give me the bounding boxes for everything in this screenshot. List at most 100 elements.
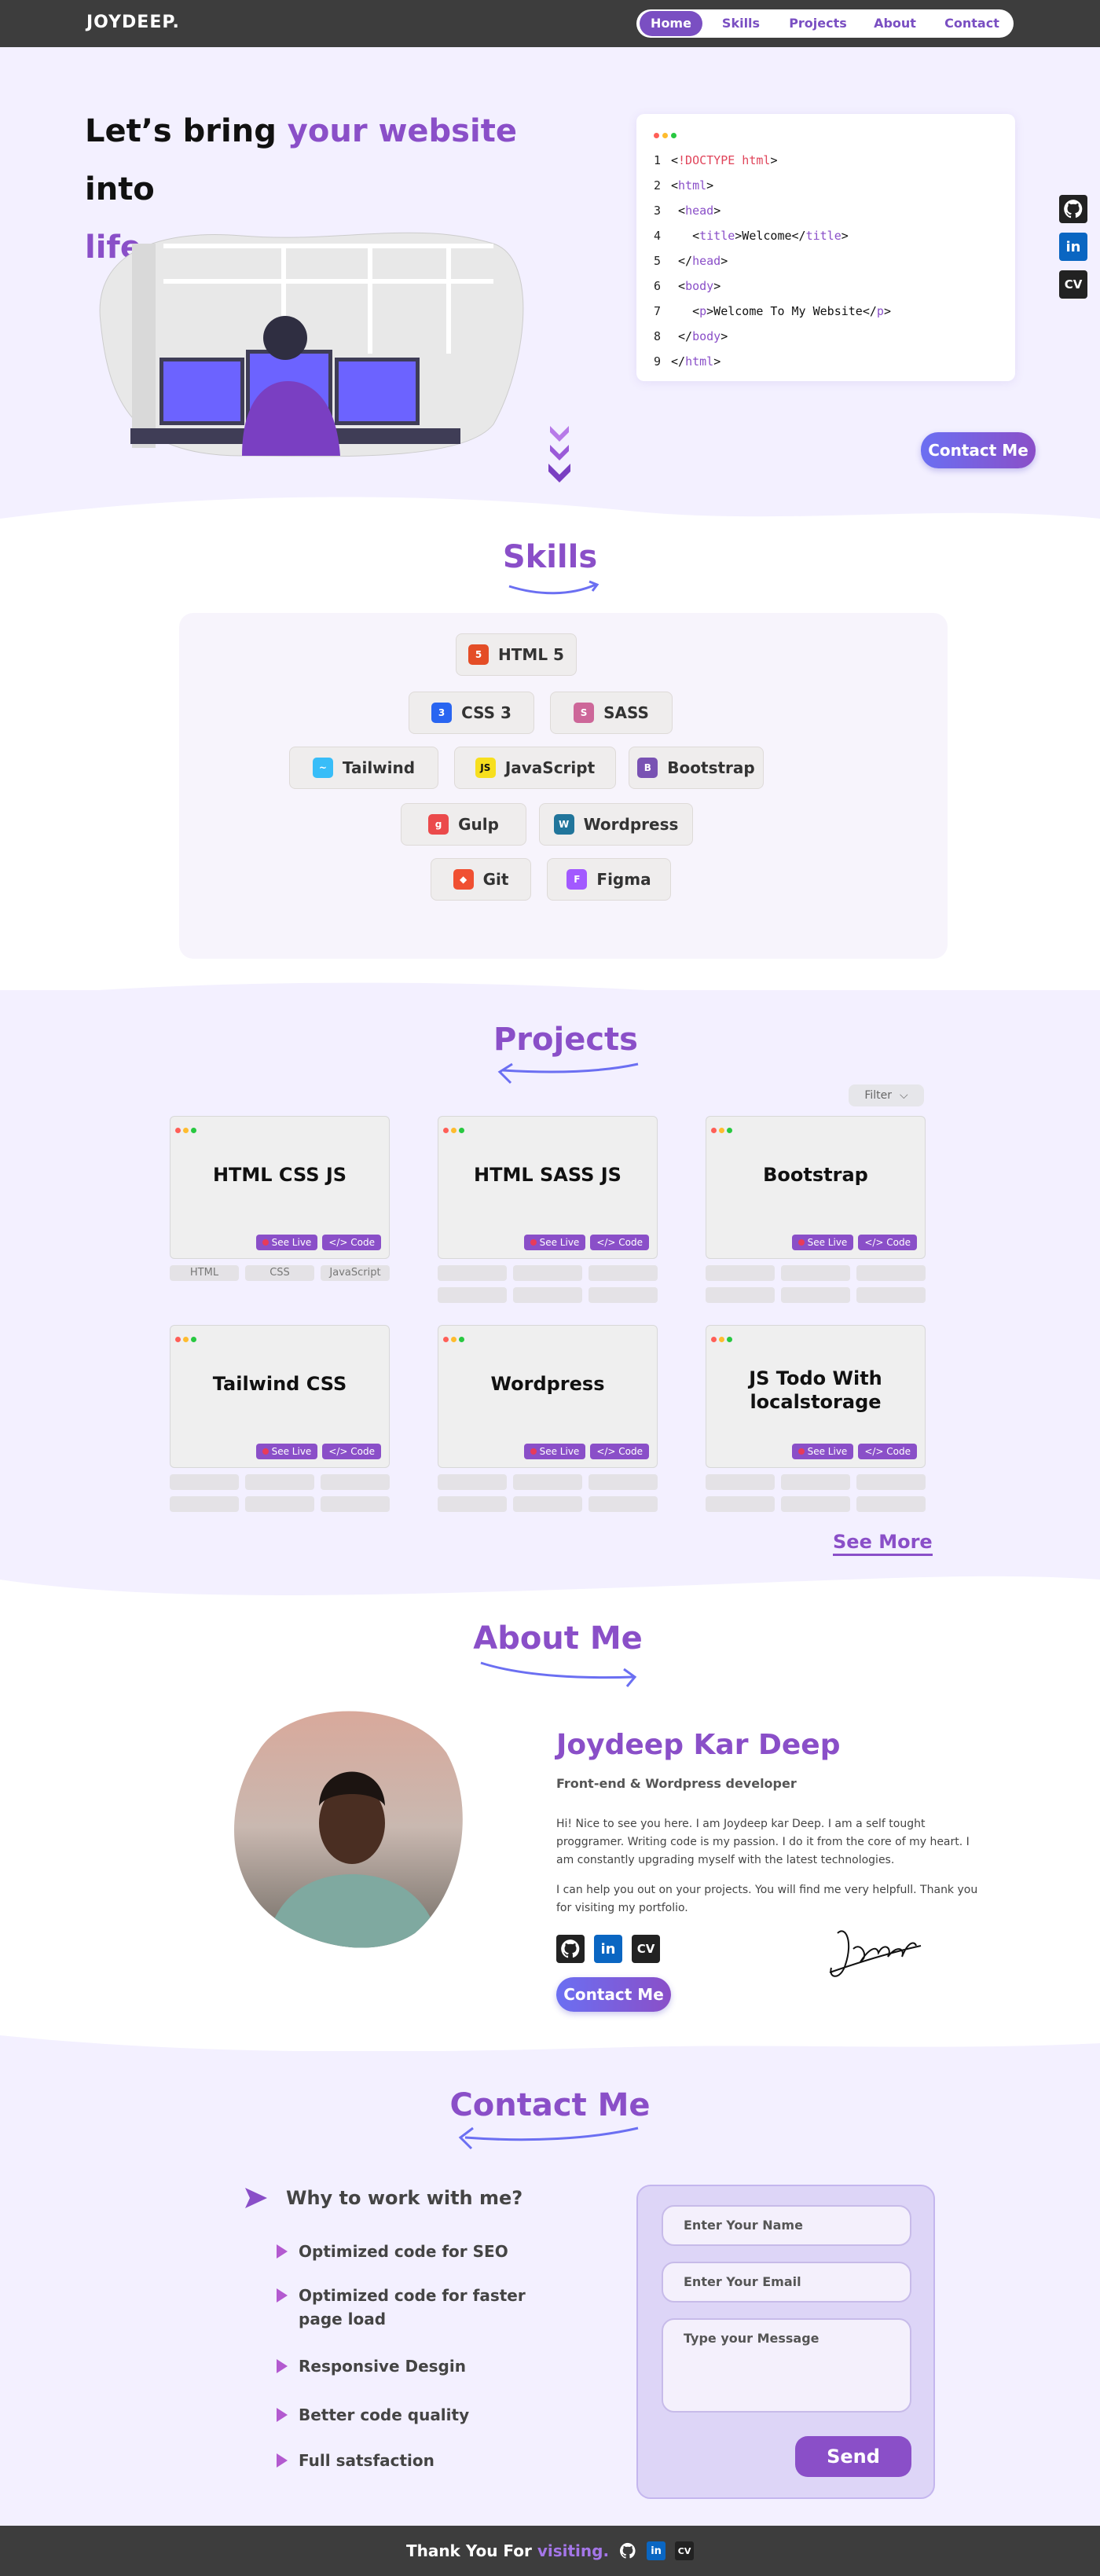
triangle-right-icon (277, 2359, 288, 2373)
logo[interactable]: JOYDEEP. (86, 13, 180, 32)
nav-contact[interactable]: Contact (933, 11, 1010, 36)
github-icon[interactable] (556, 1935, 585, 1963)
tag-row (170, 1474, 390, 1490)
name-input[interactable]: Enter Your Name (662, 2205, 911, 2246)
skill-chip: ~ Tailwind (289, 747, 438, 789)
skill-chip: B Bootstrap (629, 747, 764, 789)
project-tag (513, 1265, 582, 1281)
nav-about[interactable]: About (856, 11, 933, 36)
html-5-icon: 5 (468, 644, 490, 665)
navbar: JOYDEEP. Home Skills Projects About Cont… (0, 0, 1100, 47)
cv-icon[interactable]: CV (632, 1935, 660, 1963)
project-tag (438, 1496, 507, 1512)
project-tag (706, 1287, 775, 1303)
see-more-link[interactable]: See More (833, 1531, 933, 1556)
window-dots (175, 1121, 199, 1136)
code-line: 7 <p>Welcome To My Website</p> (654, 304, 891, 318)
code-line: 9 </html> (654, 354, 721, 369)
tag-row (706, 1496, 926, 1512)
project-actions: See Live </> Code (791, 1444, 917, 1459)
nav-projects[interactable]: Projects (779, 11, 856, 36)
see-live-button[interactable]: See Live (791, 1444, 854, 1459)
see-live-button[interactable]: See Live (255, 1235, 318, 1250)
see-live-label: See Live (807, 1237, 848, 1248)
code-line: 2 <html> (654, 178, 714, 193)
cv-icon[interactable]: CV (675, 2541, 695, 2560)
skill-label: Gulp (458, 815, 499, 834)
code-button[interactable]: </> Code (590, 1235, 649, 1250)
project-tag (706, 1265, 775, 1281)
contact-form: Enter Your Name Enter Your Email Type yo… (636, 2185, 935, 2499)
tag-row (438, 1287, 658, 1303)
code-button[interactable]: </> Code (858, 1235, 917, 1250)
message-textarea[interactable]: Type your Message (662, 2318, 911, 2413)
reason-text: Full satsfaction (299, 2451, 434, 2470)
code-label: </> Code (596, 1237, 643, 1248)
project-tag (781, 1496, 850, 1512)
project-card[interactable]: Wordpress See Live </> Code (438, 1325, 658, 1468)
cv-icon[interactable]: CV (1059, 270, 1087, 299)
tag-row (706, 1265, 926, 1281)
project-title: JS Todo With localstorage (749, 1367, 882, 1413)
figma-icon: F (566, 869, 588, 890)
project-tag (245, 1496, 314, 1512)
github-icon[interactable] (1059, 195, 1087, 223)
see-live-button[interactable]: See Live (523, 1444, 586, 1459)
developer-illustration (99, 232, 524, 457)
about-contact-button[interactable]: Contact Me (556, 1977, 671, 2012)
skill-label: Tailwind (342, 758, 416, 777)
send-button[interactable]: Send (795, 2436, 911, 2477)
linkedin-icon[interactable]: in (594, 1935, 622, 1963)
skills-container: 5 HTML 5 3 CSS 3 S SASS ~ Tailwind JS JavaScript B… (179, 613, 948, 959)
project-card[interactable]: Tailwind CSS See Live </> Code (170, 1325, 390, 1468)
why-heading-text: Why to work with me? (286, 2187, 523, 2209)
github-icon[interactable] (618, 2541, 638, 2560)
tag-row (438, 1265, 658, 1281)
email-input[interactable]: Enter Your Email (662, 2262, 911, 2303)
skill-label: CSS 3 (461, 703, 512, 722)
tag-row (706, 1287, 926, 1303)
see-live-label: See Live (271, 1237, 312, 1248)
linkedin-icon[interactable]: in (1059, 233, 1087, 261)
project-tag (245, 1474, 314, 1490)
project-card[interactable]: Bootstrap See Live </> Code (706, 1116, 926, 1259)
project-tag (170, 1496, 239, 1512)
project-card[interactable]: HTML CSS JS See Live </> Code (170, 1116, 390, 1259)
window-dots (175, 1330, 199, 1345)
see-live-button[interactable]: See Live (791, 1235, 854, 1250)
filter-dropdown[interactable]: Filter ⌵ (849, 1084, 924, 1106)
scroll-down-icon[interactable] (545, 424, 574, 487)
nav-skills[interactable]: Skills (702, 11, 779, 36)
hero-contact-button[interactable]: Contact Me (921, 432, 1036, 468)
hero-title-text: Let’s bring (85, 113, 288, 149)
about-title: About Me (473, 1620, 643, 1657)
code-button[interactable]: </> Code (590, 1444, 649, 1459)
project-card[interactable]: HTML SASS JS See Live </> Code (438, 1116, 658, 1259)
project-tag (513, 1287, 582, 1303)
profile-photo (234, 1711, 463, 1948)
linkedin-icon[interactable]: in (647, 2541, 666, 2560)
skill-label: Git (482, 870, 509, 889)
nav-home[interactable]: Home (640, 11, 702, 36)
project-tag (856, 1496, 926, 1512)
project-card[interactable]: JS Todo With localstorage See Live </> Cod… (706, 1325, 926, 1468)
code-button[interactable]: </> Code (322, 1235, 381, 1250)
project-tag (438, 1474, 507, 1490)
project-tag (781, 1265, 850, 1281)
reason-item: Better code quality (277, 2403, 528, 2427)
live-dot-icon (530, 1239, 537, 1246)
project-title: HTML CSS JS (212, 1164, 347, 1186)
project-actions: See Live </> Code (523, 1235, 649, 1250)
skill-chip: W Wordpress (539, 803, 693, 846)
see-live-button[interactable]: See Live (255, 1444, 318, 1459)
tag-row (170, 1496, 390, 1512)
skill-chip: 5 HTML 5 (456, 633, 577, 676)
skill-label: JavaScript (504, 758, 596, 777)
see-live-button[interactable]: See Live (523, 1235, 586, 1250)
triangle-right-icon (277, 2453, 288, 2468)
filter-label: Filter (864, 1089, 893, 1102)
code-button[interactable]: </> Code (858, 1444, 917, 1459)
code-button[interactable]: </> Code (322, 1444, 381, 1459)
css-3-icon: 3 (431, 703, 453, 723)
code-window: 1 <!DOCTYPE html> 2 <html> 3 <head> 4 <title>… (636, 114, 1015, 381)
